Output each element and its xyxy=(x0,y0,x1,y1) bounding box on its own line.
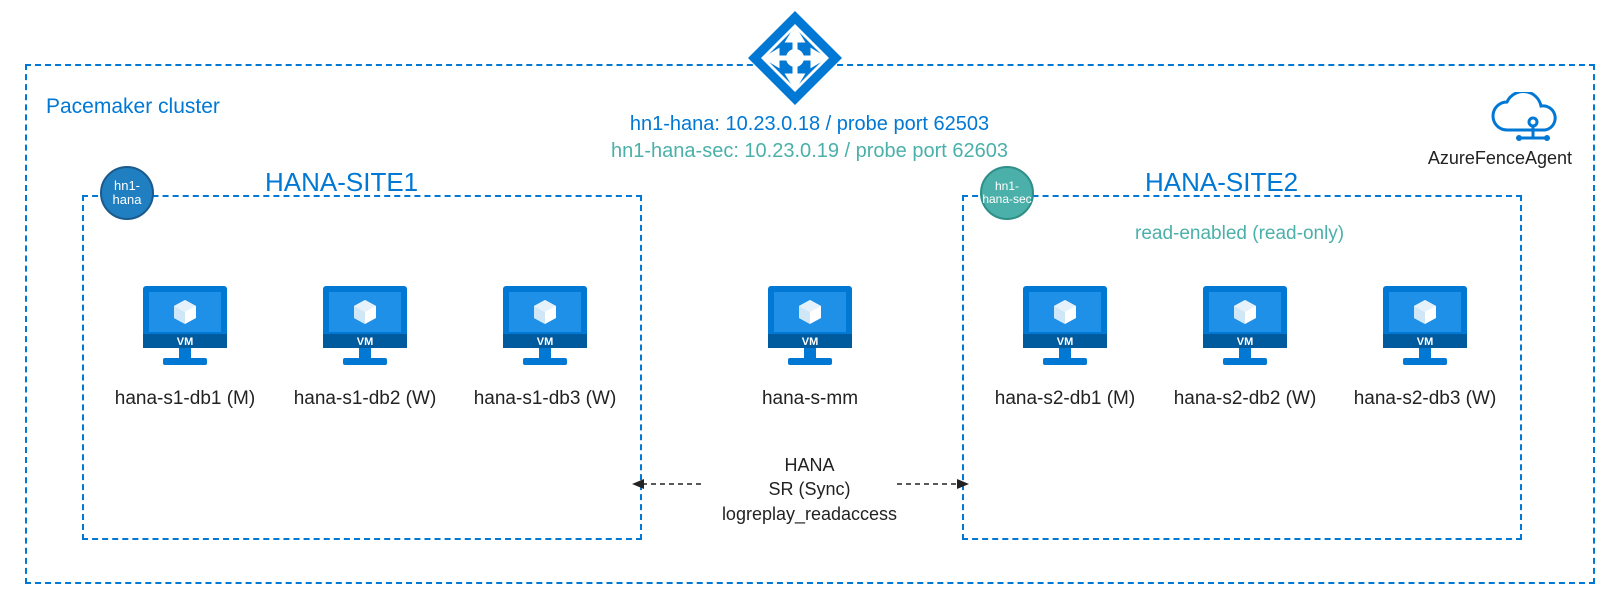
site1-title: HANA-SITE1 xyxy=(265,167,418,198)
sr-arrow-left xyxy=(630,483,695,485)
vm-s1-db1: hana-s1-db1 (M) xyxy=(100,278,270,410)
vm-s1-db3: hana-s1-db3 (W) xyxy=(460,278,630,410)
sr-line3: logreplay_readaccess xyxy=(0,502,1619,526)
vip-primary-text: hn1-hana xyxy=(102,179,152,208)
sr-line2: SR (Sync) xyxy=(0,477,1619,501)
vm-s2-db2-label: hana-s2-db2 (W) xyxy=(1160,388,1330,410)
vm-s2-db1: hana-s2-db1 (M) xyxy=(980,278,1150,410)
vm-s1-db1-label: hana-s1-db1 (M) xyxy=(100,388,270,410)
sr-line1: HANA xyxy=(0,453,1619,477)
vm-s1-db2: hana-s1-db2 (W) xyxy=(280,278,450,410)
cloud-agent-icon xyxy=(1487,92,1559,147)
vm-mm-label: hana-s-mm xyxy=(725,388,895,410)
vip-secondary-text: hn1-hana-sec xyxy=(982,180,1032,206)
system-replication-label: HANA SR (Sync) logreplay_readaccess xyxy=(0,453,1619,526)
vm-s1-db3-label: hana-s1-db3 (W) xyxy=(460,388,630,410)
vip-secondary-badge: hn1-hana-sec xyxy=(980,166,1034,220)
vm-s1-db2-label: hana-s1-db2 (W) xyxy=(280,388,450,410)
vm-s2-db1-label: hana-s2-db1 (M) xyxy=(980,388,1150,410)
site2-title: HANA-SITE2 xyxy=(1145,167,1298,198)
lb-frontend-secondary: hn1-hana-sec: 10.23.0.19 / probe port 62… xyxy=(0,140,1619,163)
site2-read-only-label: read-enabled (read-only) xyxy=(1135,223,1344,245)
vip-primary-badge: hn1-hana xyxy=(100,166,154,220)
sr-arrow-right xyxy=(893,483,958,485)
vm-s2-db3: hana-s2-db3 (W) xyxy=(1340,278,1510,410)
vm-majority-maker: hana-s-mm xyxy=(725,278,895,410)
vm-s2-db2: hana-s2-db2 (W) xyxy=(1160,278,1330,410)
fence-agent-label: AzureFenceAgent xyxy=(1428,148,1572,169)
lb-frontend-primary: hn1-hana: 10.23.0.18 / probe port 62503 xyxy=(0,113,1619,136)
load-balancer-icon xyxy=(745,8,845,113)
vm-s2-db3-label: hana-s2-db3 (W) xyxy=(1340,388,1510,410)
